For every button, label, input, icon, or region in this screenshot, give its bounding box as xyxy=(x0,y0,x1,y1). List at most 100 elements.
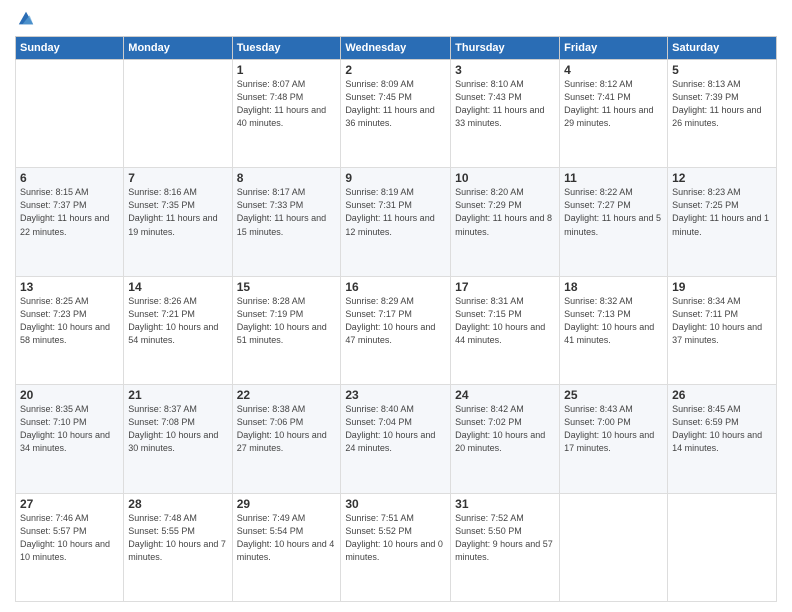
week-row-2: 6Sunrise: 8:15 AM Sunset: 7:37 PM Daylig… xyxy=(16,168,777,276)
week-row-1: 1Sunrise: 8:07 AM Sunset: 7:48 PM Daylig… xyxy=(16,60,777,168)
day-number: 19 xyxy=(672,280,772,294)
day-info: Sunrise: 7:46 AM Sunset: 5:57 PM Dayligh… xyxy=(20,512,119,564)
logo-icon xyxy=(17,10,35,28)
day-number: 20 xyxy=(20,388,119,402)
calendar-cell: 29Sunrise: 7:49 AM Sunset: 5:54 PM Dayli… xyxy=(232,493,341,601)
calendar-cell: 5Sunrise: 8:13 AM Sunset: 7:39 PM Daylig… xyxy=(668,60,777,168)
day-info: Sunrise: 7:52 AM Sunset: 5:50 PM Dayligh… xyxy=(455,512,555,564)
calendar-cell: 11Sunrise: 8:22 AM Sunset: 7:27 PM Dayli… xyxy=(560,168,668,276)
day-info: Sunrise: 8:42 AM Sunset: 7:02 PM Dayligh… xyxy=(455,403,555,455)
week-row-5: 27Sunrise: 7:46 AM Sunset: 5:57 PM Dayli… xyxy=(16,493,777,601)
day-info: Sunrise: 8:37 AM Sunset: 7:08 PM Dayligh… xyxy=(128,403,227,455)
column-header-monday: Monday xyxy=(124,37,232,60)
column-header-sunday: Sunday xyxy=(16,37,124,60)
header xyxy=(15,10,777,28)
day-number: 18 xyxy=(564,280,663,294)
calendar-cell: 14Sunrise: 8:26 AM Sunset: 7:21 PM Dayli… xyxy=(124,276,232,384)
day-info: Sunrise: 8:09 AM Sunset: 7:45 PM Dayligh… xyxy=(345,78,446,130)
day-info: Sunrise: 8:15 AM Sunset: 7:37 PM Dayligh… xyxy=(20,186,119,238)
calendar-cell: 18Sunrise: 8:32 AM Sunset: 7:13 PM Dayli… xyxy=(560,276,668,384)
day-info: Sunrise: 8:32 AM Sunset: 7:13 PM Dayligh… xyxy=(564,295,663,347)
day-info: Sunrise: 8:29 AM Sunset: 7:17 PM Dayligh… xyxy=(345,295,446,347)
calendar-cell: 9Sunrise: 8:19 AM Sunset: 7:31 PM Daylig… xyxy=(341,168,451,276)
column-header-wednesday: Wednesday xyxy=(341,37,451,60)
calendar-cell: 30Sunrise: 7:51 AM Sunset: 5:52 PM Dayli… xyxy=(341,493,451,601)
calendar-cell xyxy=(668,493,777,601)
calendar-cell: 4Sunrise: 8:12 AM Sunset: 7:41 PM Daylig… xyxy=(560,60,668,168)
column-header-thursday: Thursday xyxy=(451,37,560,60)
day-number: 31 xyxy=(455,497,555,511)
day-number: 28 xyxy=(128,497,227,511)
column-header-friday: Friday xyxy=(560,37,668,60)
calendar-table: SundayMondayTuesdayWednesdayThursdayFrid… xyxy=(15,36,777,602)
calendar-cell: 6Sunrise: 8:15 AM Sunset: 7:37 PM Daylig… xyxy=(16,168,124,276)
calendar-cell: 23Sunrise: 8:40 AM Sunset: 7:04 PM Dayli… xyxy=(341,385,451,493)
day-info: Sunrise: 8:17 AM Sunset: 7:33 PM Dayligh… xyxy=(237,186,337,238)
day-info: Sunrise: 7:48 AM Sunset: 5:55 PM Dayligh… xyxy=(128,512,227,564)
calendar-cell: 26Sunrise: 8:45 AM Sunset: 6:59 PM Dayli… xyxy=(668,385,777,493)
day-info: Sunrise: 8:07 AM Sunset: 7:48 PM Dayligh… xyxy=(237,78,337,130)
day-info: Sunrise: 8:26 AM Sunset: 7:21 PM Dayligh… xyxy=(128,295,227,347)
calendar-cell: 24Sunrise: 8:42 AM Sunset: 7:02 PM Dayli… xyxy=(451,385,560,493)
calendar-cell: 15Sunrise: 8:28 AM Sunset: 7:19 PM Dayli… xyxy=(232,276,341,384)
day-info: Sunrise: 8:38 AM Sunset: 7:06 PM Dayligh… xyxy=(237,403,337,455)
calendar-cell: 1Sunrise: 8:07 AM Sunset: 7:48 PM Daylig… xyxy=(232,60,341,168)
calendar-cell xyxy=(124,60,232,168)
calendar-cell: 16Sunrise: 8:29 AM Sunset: 7:17 PM Dayli… xyxy=(341,276,451,384)
day-number: 6 xyxy=(20,171,119,185)
day-number: 5 xyxy=(672,63,772,77)
day-number: 2 xyxy=(345,63,446,77)
day-number: 3 xyxy=(455,63,555,77)
day-number: 29 xyxy=(237,497,337,511)
week-row-3: 13Sunrise: 8:25 AM Sunset: 7:23 PM Dayli… xyxy=(16,276,777,384)
calendar-cell: 25Sunrise: 8:43 AM Sunset: 7:00 PM Dayli… xyxy=(560,385,668,493)
calendar-page: SundayMondayTuesdayWednesdayThursdayFrid… xyxy=(0,0,792,612)
day-number: 21 xyxy=(128,388,227,402)
day-info: Sunrise: 8:45 AM Sunset: 6:59 PM Dayligh… xyxy=(672,403,772,455)
day-number: 22 xyxy=(237,388,337,402)
calendar-cell: 22Sunrise: 8:38 AM Sunset: 7:06 PM Dayli… xyxy=(232,385,341,493)
day-number: 4 xyxy=(564,63,663,77)
calendar-cell: 10Sunrise: 8:20 AM Sunset: 7:29 PM Dayli… xyxy=(451,168,560,276)
column-header-tuesday: Tuesday xyxy=(232,37,341,60)
day-info: Sunrise: 8:16 AM Sunset: 7:35 PM Dayligh… xyxy=(128,186,227,238)
day-info: Sunrise: 8:12 AM Sunset: 7:41 PM Dayligh… xyxy=(564,78,663,130)
day-number: 17 xyxy=(455,280,555,294)
day-number: 12 xyxy=(672,171,772,185)
day-info: Sunrise: 7:49 AM Sunset: 5:54 PM Dayligh… xyxy=(237,512,337,564)
calendar-body: 1Sunrise: 8:07 AM Sunset: 7:48 PM Daylig… xyxy=(16,60,777,602)
calendar-cell: 7Sunrise: 8:16 AM Sunset: 7:35 PM Daylig… xyxy=(124,168,232,276)
day-number: 11 xyxy=(564,171,663,185)
calendar-cell: 21Sunrise: 8:37 AM Sunset: 7:08 PM Dayli… xyxy=(124,385,232,493)
day-number: 26 xyxy=(672,388,772,402)
day-number: 8 xyxy=(237,171,337,185)
day-number: 16 xyxy=(345,280,446,294)
day-info: Sunrise: 8:40 AM Sunset: 7:04 PM Dayligh… xyxy=(345,403,446,455)
day-number: 7 xyxy=(128,171,227,185)
column-header-saturday: Saturday xyxy=(668,37,777,60)
day-number: 1 xyxy=(237,63,337,77)
day-info: Sunrise: 8:22 AM Sunset: 7:27 PM Dayligh… xyxy=(564,186,663,238)
calendar-cell: 12Sunrise: 8:23 AM Sunset: 7:25 PM Dayli… xyxy=(668,168,777,276)
logo xyxy=(15,10,35,28)
day-info: Sunrise: 8:31 AM Sunset: 7:15 PM Dayligh… xyxy=(455,295,555,347)
day-number: 10 xyxy=(455,171,555,185)
calendar-cell xyxy=(16,60,124,168)
day-info: Sunrise: 7:51 AM Sunset: 5:52 PM Dayligh… xyxy=(345,512,446,564)
day-number: 24 xyxy=(455,388,555,402)
calendar-cell: 13Sunrise: 8:25 AM Sunset: 7:23 PM Dayli… xyxy=(16,276,124,384)
day-number: 25 xyxy=(564,388,663,402)
day-info: Sunrise: 8:23 AM Sunset: 7:25 PM Dayligh… xyxy=(672,186,772,238)
calendar-cell: 27Sunrise: 7:46 AM Sunset: 5:57 PM Dayli… xyxy=(16,493,124,601)
header-row: SundayMondayTuesdayWednesdayThursdayFrid… xyxy=(16,37,777,60)
day-info: Sunrise: 8:25 AM Sunset: 7:23 PM Dayligh… xyxy=(20,295,119,347)
calendar-cell: 20Sunrise: 8:35 AM Sunset: 7:10 PM Dayli… xyxy=(16,385,124,493)
day-number: 13 xyxy=(20,280,119,294)
calendar-cell: 31Sunrise: 7:52 AM Sunset: 5:50 PM Dayli… xyxy=(451,493,560,601)
day-number: 27 xyxy=(20,497,119,511)
week-row-4: 20Sunrise: 8:35 AM Sunset: 7:10 PM Dayli… xyxy=(16,385,777,493)
day-info: Sunrise: 8:34 AM Sunset: 7:11 PM Dayligh… xyxy=(672,295,772,347)
day-number: 15 xyxy=(237,280,337,294)
day-info: Sunrise: 8:20 AM Sunset: 7:29 PM Dayligh… xyxy=(455,186,555,238)
calendar-cell: 17Sunrise: 8:31 AM Sunset: 7:15 PM Dayli… xyxy=(451,276,560,384)
